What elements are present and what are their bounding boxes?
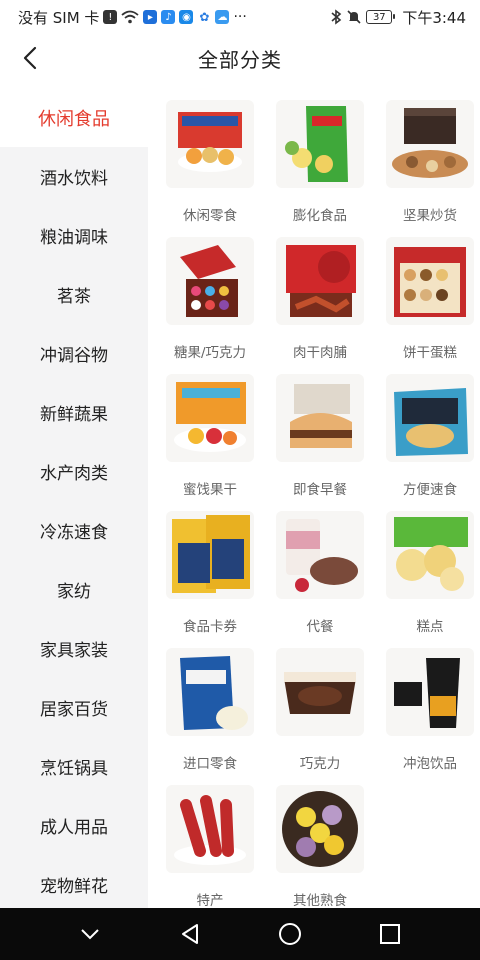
instant-noodles-image: [386, 374, 474, 462]
app-notify-icon-1: ▸: [143, 10, 158, 24]
nav-recents-button[interactable]: [370, 914, 410, 954]
alert-icon: !: [103, 10, 118, 24]
sidebar-item-furniture[interactable]: 家具家装: [0, 619, 148, 678]
music-icon: ♪: [161, 10, 176, 24]
subcategory-label: 代餐: [306, 619, 334, 635]
nav-collapse-button[interactable]: [70, 914, 110, 954]
subcategory-tile[interactable]: 食品卡券: [158, 511, 262, 648]
status-right: 37 下午3:44: [330, 7, 466, 28]
breakfast-bread-image: [276, 374, 364, 462]
subcategory-label: 其他熟食: [293, 893, 347, 908]
subcategory-tile[interactable]: 坚果炒货: [378, 100, 480, 237]
chocolate-bowl-image: [276, 648, 364, 736]
snacks-gift-box-image: [166, 100, 254, 188]
subcategory-tile[interactable]: 饼干蛋糕: [378, 237, 480, 374]
cloud-icon: ☁: [215, 10, 230, 24]
subcategory-label: 方便速食: [403, 482, 457, 498]
food-voucher-image: [166, 511, 254, 599]
circle-home-icon: [279, 923, 301, 945]
battery-level: 37: [372, 11, 386, 23]
subcategory-label: 坚果炒货: [403, 208, 457, 224]
category-sidebar: 休闲食品 酒水饮料 粮油调味 茗茶 冲调谷物 新鲜蔬果 水产肉类 冷冻速食 家纺…: [0, 88, 148, 908]
dried-fruit-box-image: [166, 374, 254, 462]
jerky-box-image: [276, 237, 364, 325]
status-bar: 没有 SIM 卡 ! ▸ ♪ ◉ ✿ ☁ ··· 37 下午3:44: [0, 0, 480, 34]
subcategory-tile[interactable]: 方便速食: [378, 374, 480, 511]
chips-bag-image: [276, 100, 364, 188]
subcategory-tile[interactable]: 糕点: [378, 511, 480, 648]
imported-snack-bag-image: [166, 648, 254, 736]
nuts-box-image: [386, 100, 474, 188]
subcategory-label: 休闲零食: [183, 208, 237, 224]
subcategory-tile[interactable]: 特产: [158, 785, 262, 908]
sidebar-item-household[interactable]: 居家百货: [0, 678, 148, 737]
carrier-text: 没有 SIM 卡: [18, 8, 100, 27]
more-notifications-icon: ···: [233, 9, 247, 25]
subcategory-tile[interactable]: 即食早餐: [268, 374, 372, 511]
status-left: 没有 SIM 卡 ! ▸ ♪ ◉ ✿ ☁ ···: [18, 7, 247, 28]
subcategory-label: 进口零食: [183, 756, 237, 772]
subcategory-label: 糕点: [416, 619, 444, 635]
subcategory-tile[interactable]: 糖果/巧克力: [158, 237, 262, 374]
bluetooth-icon: [331, 9, 342, 25]
subcategory-tile[interactable]: 冲泡饮品: [378, 648, 480, 785]
sidebar-item-drinks[interactable]: 酒水饮料: [0, 147, 148, 206]
sidebar-item-cookware[interactable]: 烹饪锅具: [0, 737, 148, 796]
cooked-food-image: [276, 785, 364, 873]
subcategory-tile[interactable]: 其他熟食: [268, 785, 372, 908]
pastry-image: [386, 511, 474, 599]
subcategory-label: 糖果/巧克力: [173, 345, 247, 361]
sidebar-item-tea[interactable]: 茗茶: [0, 265, 148, 324]
page-title: 全部分类: [198, 47, 282, 72]
mute-icon: [347, 10, 361, 24]
sidebar-item-cereal[interactable]: 冲调谷物: [0, 324, 148, 383]
app-notify-icon-2: ◉: [179, 10, 194, 24]
subcategory-tile[interactable]: 休闲零食: [158, 100, 262, 237]
square-recents-icon: [380, 924, 400, 944]
subcategory-tile[interactable]: 膨化食品: [268, 100, 372, 237]
sidebar-item-pets-flowers[interactable]: 宠物鲜花: [0, 855, 148, 908]
specialty-food-image: [166, 785, 254, 873]
subcategory-label: 肉干肉脯: [293, 345, 347, 361]
sidebar-item-frozen[interactable]: 冷冻速食: [0, 501, 148, 560]
sidebar-item-seafood-meat[interactable]: 水产肉类: [0, 442, 148, 501]
brewed-drink-cup-image: [386, 648, 474, 736]
subcategory-grid: 休闲零食 膨化食品 坚果炒货 糖果/巧克力 肉干肉脯 饼干蛋糕 蜜饯果干 即食早…: [148, 88, 480, 908]
subcategory-tile[interactable]: 巧克力: [268, 648, 372, 785]
subcategory-label: 特产: [196, 893, 224, 908]
wifi-icon: [121, 10, 140, 24]
sidebar-item-snacks[interactable]: 休闲食品: [0, 88, 148, 147]
sidebar-item-fresh-produce[interactable]: 新鲜蔬果: [0, 383, 148, 442]
nav-home-button[interactable]: [270, 914, 310, 954]
subcategory-label: 食品卡券: [183, 619, 237, 635]
subcategory-label: 蜜饯果干: [183, 482, 237, 498]
subcategory-label: 即食早餐: [293, 482, 347, 498]
subcategory-label: 冲泡饮品: [403, 756, 457, 772]
system-nav-bar: [0, 908, 480, 960]
sidebar-item-adult[interactable]: 成人用品: [0, 796, 148, 855]
paw-icon: ✿: [197, 10, 212, 24]
subcategory-label: 饼干蛋糕: [403, 345, 457, 361]
sidebar-item-grain-oil[interactable]: 粮油调味: [0, 206, 148, 265]
battery-icon: 37: [366, 10, 396, 24]
subcategory-tile[interactable]: 肉干肉脯: [268, 237, 372, 374]
sidebar-item-textiles[interactable]: 家纺: [0, 560, 148, 619]
nav-back-button[interactable]: [170, 914, 210, 954]
subcategory-tile[interactable]: 进口零食: [158, 648, 262, 785]
meal-replacement-image: [276, 511, 364, 599]
clock-text: 下午3:44: [402, 8, 466, 27]
header: 全部分类: [0, 34, 480, 82]
chevron-left-icon: [23, 46, 37, 70]
candy-box-image: [166, 237, 254, 325]
subcategory-tile[interactable]: 蜜饯果干: [158, 374, 262, 511]
back-button[interactable]: [14, 42, 46, 74]
triangle-back-icon: [182, 924, 198, 944]
chevron-down-icon: [81, 929, 99, 940]
subcategory-label: 巧克力: [299, 756, 341, 772]
subcategory-label: 膨化食品: [293, 208, 347, 224]
category-content: 休闲零食 膨化食品 坚果炒货 糖果/巧克力 肉干肉脯 饼干蛋糕 蜜饯果干 即食早…: [148, 88, 480, 908]
subcategory-tile[interactable]: 代餐: [268, 511, 372, 648]
biscuits-box-image: [386, 237, 474, 325]
